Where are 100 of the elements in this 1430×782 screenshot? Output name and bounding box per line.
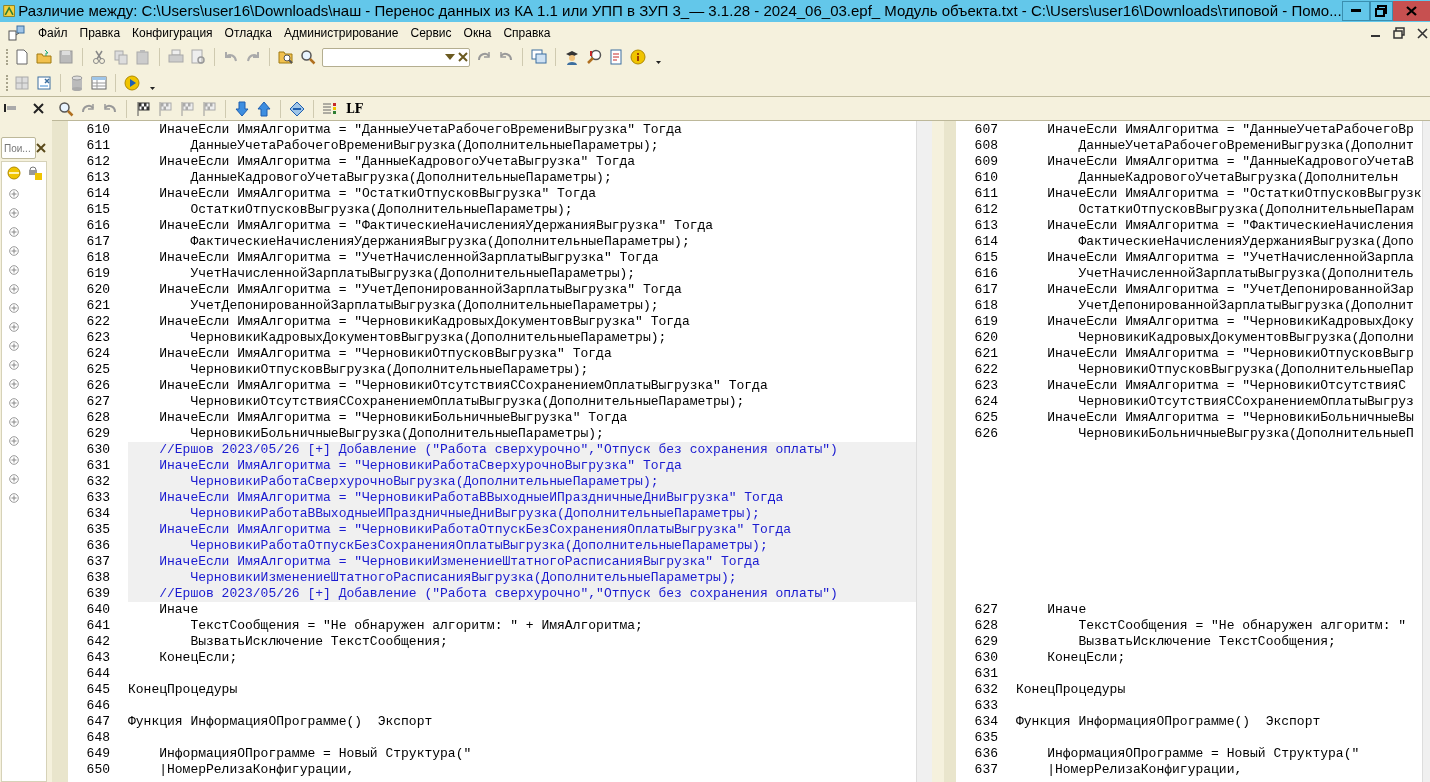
preview-icon[interactable] <box>190 49 206 65</box>
expand-icon[interactable] <box>9 493 19 503</box>
database-icon[interactable] <box>69 75 85 91</box>
line-number: 622 <box>85 314 110 330</box>
printer-icon[interactable] <box>168 49 184 65</box>
line-number: 620 <box>85 282 110 298</box>
flag-icon[interactable] <box>135 100 151 117</box>
search-icon[interactable] <box>300 49 316 65</box>
line-number: 631 <box>973 666 998 682</box>
dialog-icon[interactable] <box>36 75 52 91</box>
close-button[interactable] <box>1393 1 1430 21</box>
search-icon[interactable] <box>58 100 74 117</box>
expand-icon[interactable] <box>9 455 19 465</box>
expand-icon[interactable] <box>9 246 19 256</box>
restore-icon[interactable] <box>1393 27 1405 39</box>
line-number: 619 <box>973 314 998 330</box>
windows-icon[interactable] <box>531 49 547 65</box>
code-line: //Ершов 2023/05/26 [+] Добавление ("Работа сверхурочно","Отпуск без сохранения оплаты") <box>158 442 838 457</box>
up-arrow-icon[interactable] <box>256 100 272 117</box>
expand-icon[interactable] <box>9 303 19 313</box>
expand-icon[interactable] <box>9 322 19 332</box>
code-line: ИначеЕсли ИмяАлгоритма = "ДанныеКадровогоУчетаВыгрузка" Тогда <box>158 154 636 169</box>
book-icon[interactable] <box>608 49 624 65</box>
document-icon[interactable] <box>14 49 30 65</box>
code-line: ИначеЕсли ИмяАлгоритма = "ЧерновикиОтпусковВыгр <box>1046 346 1414 361</box>
clear-icon[interactable] <box>458 52 468 62</box>
restore-button[interactable] <box>1369 1 1394 21</box>
code-line: ЧерновикиИзменениеШтатногоРасписанияВыгрузка(ДополнительныеПараметры); <box>189 570 737 585</box>
help-search-icon[interactable] <box>586 49 602 65</box>
table-icon[interactable] <box>91 75 107 91</box>
line-number: 608 <box>973 138 998 154</box>
info-icon[interactable] <box>630 49 646 65</box>
line-number: 617 <box>85 234 110 250</box>
expand-icon[interactable] <box>9 379 19 389</box>
line-number: 611 <box>973 186 998 202</box>
folder-search-icon[interactable] <box>278 49 294 65</box>
clear-icon[interactable] <box>36 143 46 153</box>
clipboard-icon[interactable] <box>135 49 151 65</box>
search-combo[interactable] <box>322 47 470 67</box>
code-line: ИначеЕсли ИмяАлгоритма = "УчетДепонированнойЗар <box>1046 282 1414 297</box>
line-number: 629 <box>973 634 998 650</box>
line-number: 628 <box>85 410 110 426</box>
code-line: ДанныеУчетаРабочегоВремениВыгрузка(Дополнит <box>1077 138 1414 153</box>
close-icon[interactable] <box>33 102 44 114</box>
scissors-icon[interactable] <box>91 49 107 65</box>
menu-item[interactable]: Справка <box>497 23 557 43</box>
scrollbar[interactable] <box>916 121 932 782</box>
line-number: 613 <box>973 218 998 234</box>
menu-item[interactable]: Файл <box>32 23 74 43</box>
app-icon <box>3 3 16 19</box>
down-arrow-icon[interactable] <box>234 100 250 117</box>
search-field[interactable]: Пои... <box>1 137 36 159</box>
line-number: 623 <box>973 378 998 394</box>
user-icon[interactable] <box>564 49 580 65</box>
code-line: Иначе <box>1046 602 1087 617</box>
play-icon[interactable] <box>124 75 140 91</box>
menu-item[interactable]: Сервис <box>404 23 458 43</box>
close-icon[interactable] <box>1417 27 1428 39</box>
code-line: ИначеЕсли ИмяАлгоритма = "ОстаткиОтпусковВыгрузк <box>1046 186 1422 201</box>
line-number: 641 <box>85 618 110 634</box>
grid-icon[interactable] <box>14 75 30 91</box>
folder-icon[interactable] <box>36 49 52 65</box>
list-icon[interactable] <box>322 100 338 117</box>
config-icon[interactable] <box>8 24 26 42</box>
line-number: 624 <box>85 346 110 362</box>
line-number: 630 <box>973 650 998 666</box>
line-number: 647 <box>85 714 110 730</box>
expand-icon[interactable] <box>9 265 19 275</box>
line-number: 643 <box>85 650 110 666</box>
dropdown-icon[interactable] <box>444 53 456 61</box>
line-number: 650 <box>85 762 110 778</box>
menu-item[interactable]: Правка <box>73 23 127 43</box>
expand-icon[interactable] <box>9 474 19 484</box>
line-ending-button[interactable]: LF <box>344 99 365 118</box>
expand-icon[interactable] <box>9 341 19 351</box>
line-number: 637 <box>973 762 998 778</box>
expand-icon[interactable] <box>9 208 19 218</box>
expand-icon[interactable] <box>9 227 19 237</box>
code-line: КонецПроцедуры <box>128 682 238 697</box>
save-icon[interactable] <box>58 49 74 65</box>
menu-item[interactable]: Отладка <box>218 23 279 43</box>
expand-icon[interactable] <box>9 436 19 446</box>
menu-item[interactable]: Администрирование <box>278 23 405 43</box>
expand-icon[interactable] <box>9 360 19 370</box>
compare-arrows-icon[interactable] <box>289 100 305 117</box>
expand-icon[interactable] <box>9 398 19 408</box>
code-line: УчетДепонированнойЗарплатыВыгрузка(Дополнит <box>1077 298 1414 313</box>
menu-item[interactable]: Окна <box>457 23 498 43</box>
line-number: 628 <box>973 618 998 634</box>
minimize-button[interactable] <box>1341 1 1370 21</box>
code-line: ИнформацияОПрограмме = Новый Структура(" <box>158 746 472 761</box>
code-line: ИначеЕсли ИмяАлгоритма = "ЧерновикиОтсутствияС <box>1046 378 1407 393</box>
expand-icon[interactable] <box>9 417 19 427</box>
copy-icon[interactable] <box>113 49 129 65</box>
expand-icon[interactable] <box>9 189 19 199</box>
expand-icon[interactable] <box>9 284 19 294</box>
minimize-icon <box>1350 9 1361 13</box>
line-number: 618 <box>85 250 110 266</box>
menu-item[interactable]: Конфигурация <box>126 23 219 43</box>
line-number: 633 <box>85 490 110 506</box>
